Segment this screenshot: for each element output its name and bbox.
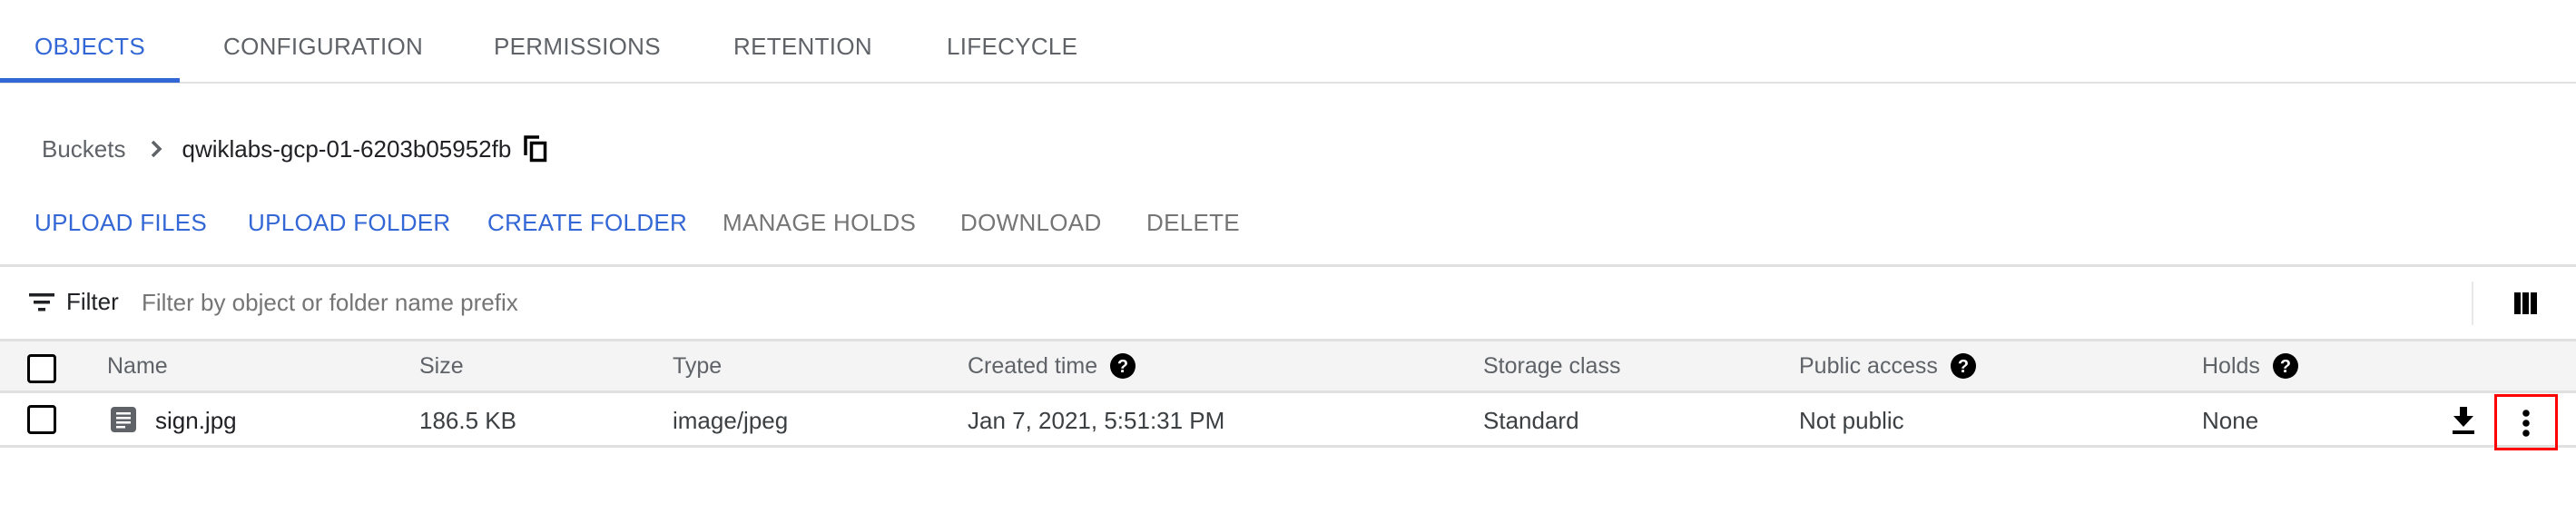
filter-label: Filter — [66, 288, 119, 315]
column-label: Storage class — [1483, 352, 1621, 379]
column-label: Type — [673, 352, 723, 379]
help-icon[interactable]: ? — [2272, 353, 2298, 379]
more-actions-button[interactable] — [2494, 394, 2558, 450]
bucket-tabs: OBJECTS CONFIGURATION PERMISSIONS RETENT… — [0, 0, 2576, 84]
column-label: Public access — [1799, 352, 1938, 379]
object-actions-toolbar: UPLOAD FILES UPLOAD FOLDER CREATE FOLDER… — [0, 205, 2576, 267]
tab-permissions[interactable]: PERMISSIONS — [494, 33, 661, 61]
object-name-link[interactable]: sign.jpg — [155, 396, 237, 445]
column-label: Created time — [968, 352, 1098, 379]
tab-configuration[interactable]: CONFIGURATION — [223, 33, 423, 61]
svg-text:?: ? — [1117, 357, 1128, 377]
upload-files-button[interactable]: UPLOAD FILES — [34, 209, 207, 237]
column-header-holds[interactable]: Holds ? — [2202, 341, 2298, 390]
column-header-created-time[interactable]: Created time ? — [968, 341, 1136, 390]
filter-icon — [29, 293, 54, 311]
filter-input[interactable] — [142, 282, 2411, 322]
object-holds: None — [2202, 406, 2259, 434]
column-label: Name — [107, 352, 168, 379]
breadcrumb-buckets-link[interactable]: Buckets — [42, 135, 126, 163]
filter-divider — [2472, 282, 2473, 325]
column-header-storage-class[interactable]: Storage class — [1483, 341, 1620, 390]
more-vert-icon — [2522, 410, 2530, 437]
column-header-type[interactable]: Type — [673, 341, 722, 390]
breadcrumb: Buckets qwiklabs-gcp-01-6203b05952fb — [42, 133, 547, 165]
help-icon[interactable]: ? — [1110, 353, 1136, 379]
object-size: 186.5 KB — [419, 406, 516, 434]
manage-holds-button[interactable]: MANAGE HOLDS — [723, 209, 916, 237]
create-folder-button[interactable]: CREATE FOLDER — [487, 209, 687, 237]
download-button[interactable]: DOWNLOAD — [960, 209, 1102, 237]
column-label: Holds — [2202, 352, 2260, 379]
select-all-checkbox[interactable] — [27, 354, 56, 383]
download-icon[interactable] — [2451, 407, 2476, 434]
delete-button[interactable]: DELETE — [1146, 209, 1240, 237]
row-checkbox[interactable] — [27, 405, 56, 434]
tab-lifecycle[interactable]: LIFECYCLE — [947, 33, 1077, 61]
help-icon[interactable]: ? — [1950, 353, 1976, 379]
active-tab-indicator — [0, 78, 180, 83]
object-storage-class: Standard — [1483, 406, 1579, 434]
filter-bar: Filter — [0, 268, 2576, 341]
chevron-right-icon — [151, 140, 162, 158]
table-row: sign.jpg 186.5 KB image/jpeg Jan 7, 2021… — [0, 394, 2576, 450]
view-column-icon[interactable] — [2514, 292, 2537, 314]
bucket-name: qwiklabs-gcp-01-6203b05952fb — [182, 134, 512, 163]
svg-text:?: ? — [2280, 357, 2291, 377]
file-icon — [111, 407, 136, 432]
column-header-size[interactable]: Size — [419, 341, 464, 390]
object-type: image/jpeg — [673, 406, 789, 434]
column-header-public-access[interactable]: Public access ? — [1799, 341, 1976, 390]
table-header: Name Size Type Created time ? Storage cl… — [0, 341, 2576, 393]
svg-text:?: ? — [1958, 357, 1969, 377]
upload-folder-button[interactable]: UPLOAD FOLDER — [248, 209, 451, 237]
column-label: Size — [419, 352, 464, 379]
tab-retention[interactable]: RETENTION — [733, 33, 872, 61]
copy-icon[interactable] — [524, 135, 547, 163]
object-created-time: Jan 7, 2021, 5:51:31 PM — [968, 406, 1225, 434]
column-header-name[interactable]: Name — [107, 341, 168, 390]
tab-objects[interactable]: OBJECTS — [34, 33, 145, 61]
object-public-access: Not public — [1799, 406, 1904, 434]
